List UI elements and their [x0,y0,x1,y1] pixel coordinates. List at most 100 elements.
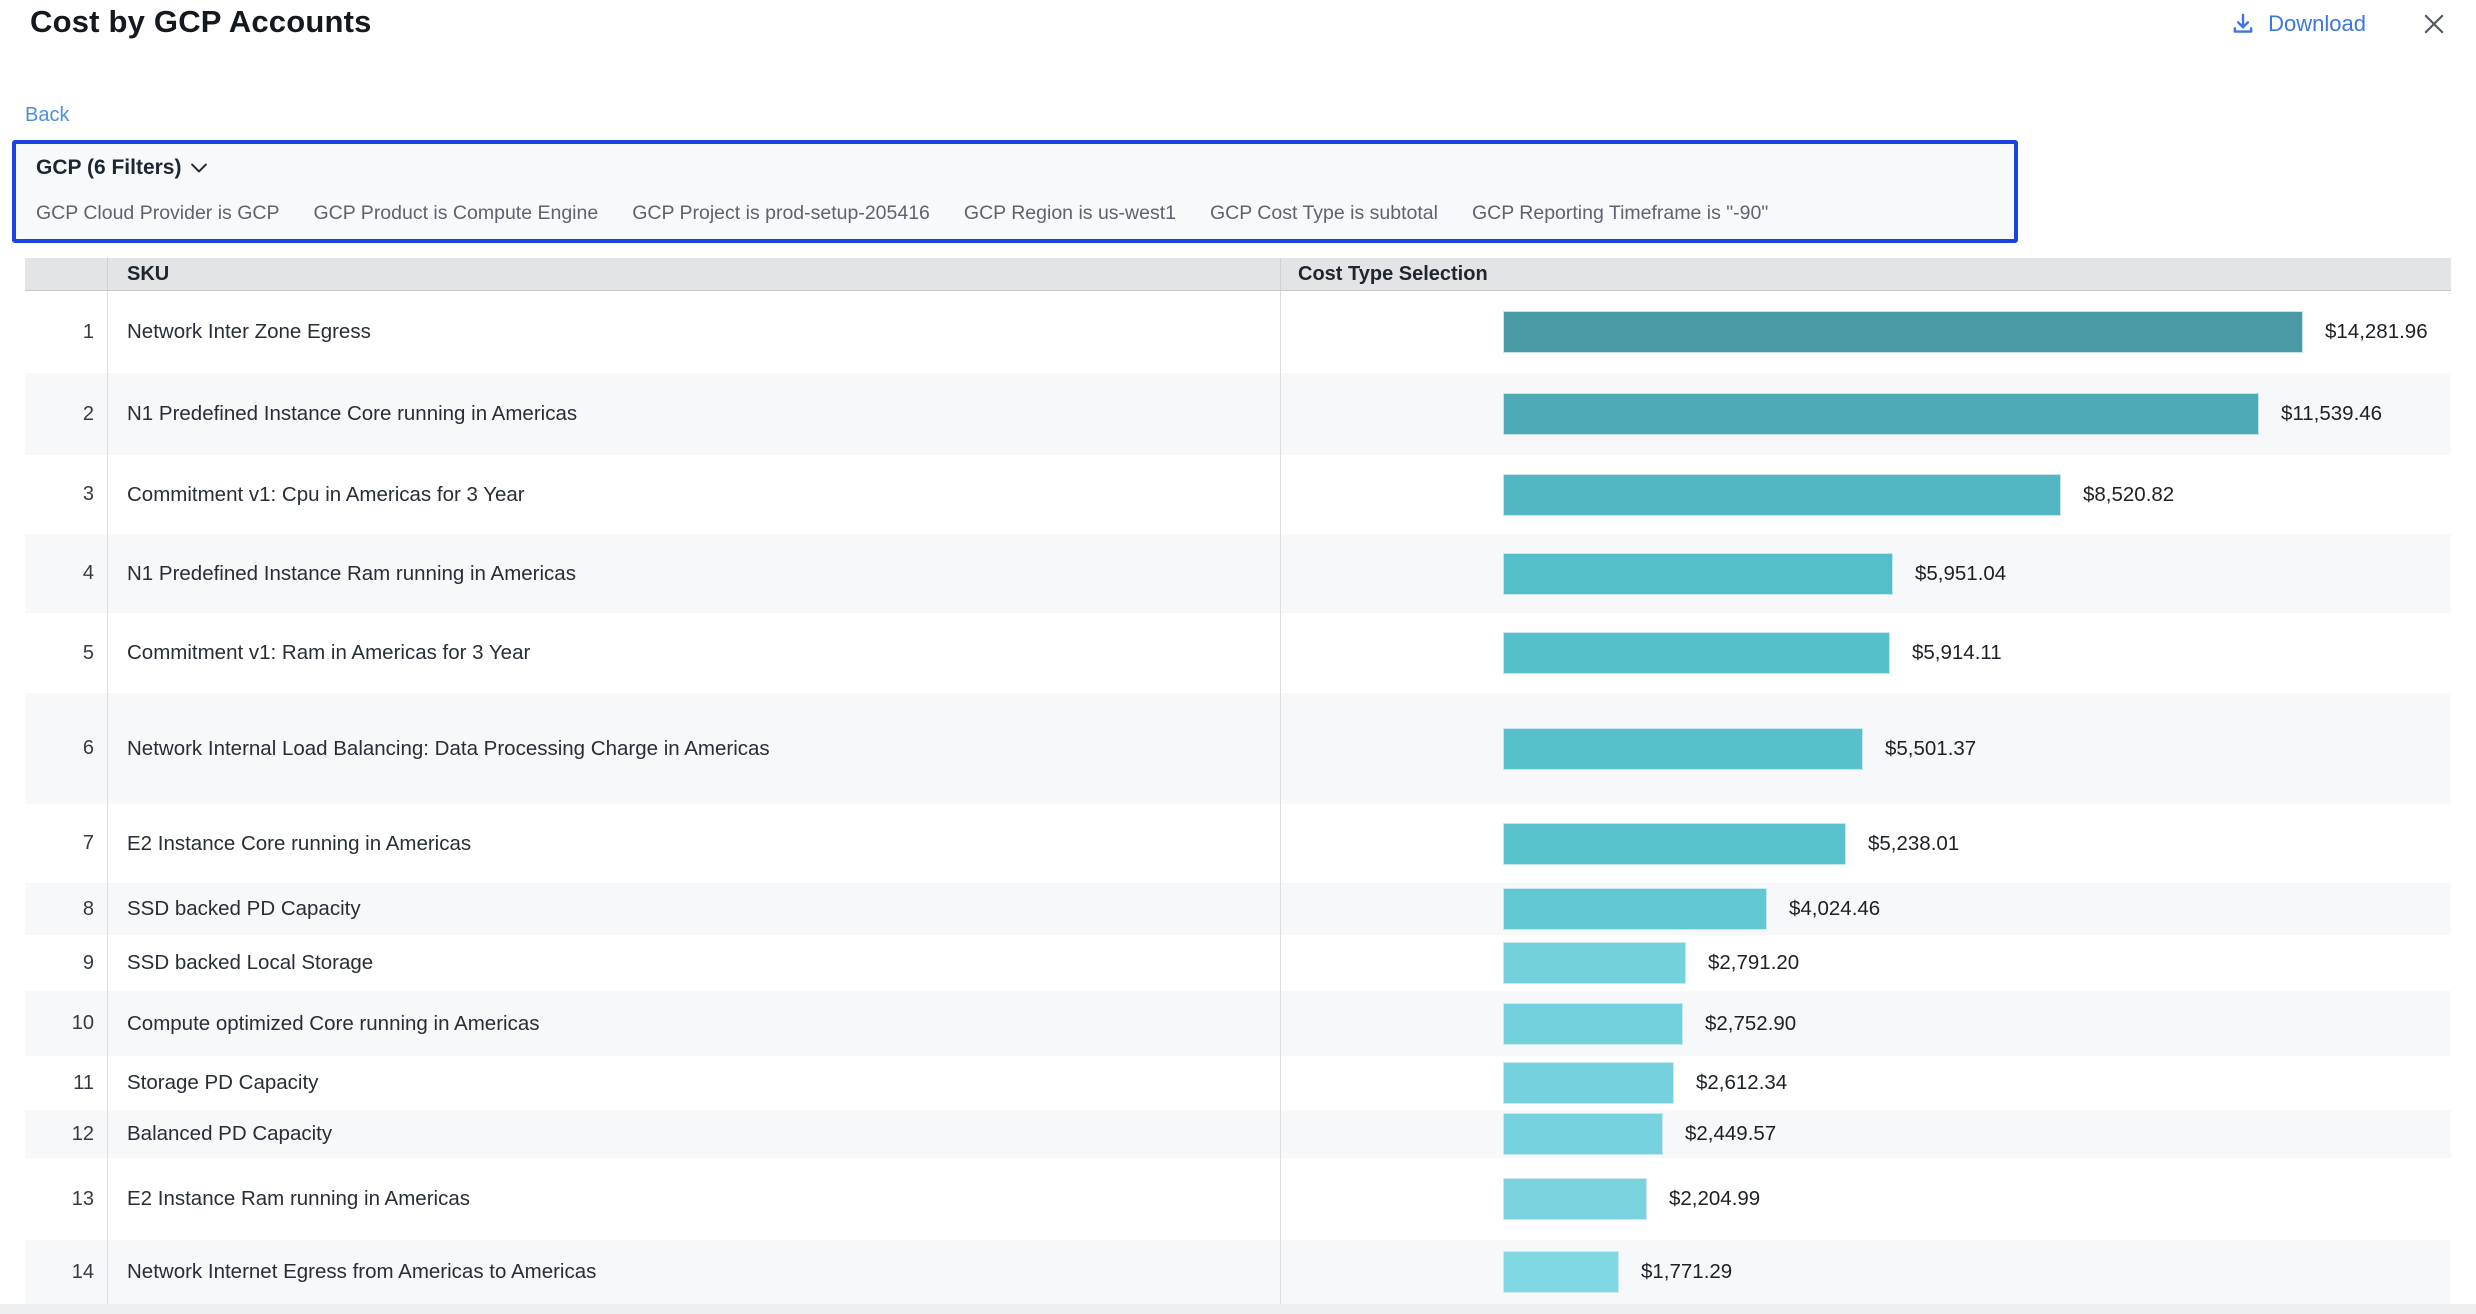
table-row[interactable]: 2 N1 Predefined Instance Core running in… [25,373,2451,455]
filter-chip[interactable]: GCP Cost Type is subtotal [1210,202,1438,225]
sku-cell: SSD backed Local Storage [107,935,1280,991]
row-index: 13 [25,1158,107,1240]
column-header-sku: SKU [107,258,1280,290]
row-index: 9 [25,935,107,991]
table-row[interactable]: 14 Network Internet Egress from Americas… [25,1240,2451,1304]
table-row[interactable]: 9 SSD backed Local Storage $2,791.20 [25,935,2451,991]
cost-bar [1503,942,1686,984]
cost-value: $5,951.04 [1915,562,2006,586]
cost-value: $11,539.46 [2281,402,2382,426]
cost-value: $5,238.01 [1868,832,1959,856]
table-row[interactable]: 5 Commitment v1: Ram in Americas for 3 Y… [25,613,2451,693]
filter-summary-dropdown[interactable]: GCP (6 Filters) [36,156,207,180]
cost-cell: $2,449.57 [1280,1110,2451,1158]
cost-cell: $5,238.01 [1280,804,2451,883]
table-row[interactable]: 10 Compute optimized Core running in Ame… [25,991,2451,1056]
row-index: 12 [25,1110,107,1158]
close-icon[interactable] [2420,10,2448,38]
download-button[interactable]: Download [2230,11,2366,37]
sku-cell: SSD backed PD Capacity [107,883,1280,935]
filter-chip[interactable]: GCP Project is prod-setup-205416 [632,202,930,225]
row-index: 7 [25,804,107,883]
row-index: 5 [25,613,107,693]
table-row[interactable]: 4 N1 Predefined Instance Ram running in … [25,534,2451,613]
cost-bar [1503,1003,1683,1045]
sku-cell: Network Internal Load Balancing: Data Pr… [107,693,1280,804]
table-row[interactable]: 8 SSD backed PD Capacity $4,024.46 [25,883,2451,935]
cost-cell: $1,771.29 [1280,1240,2451,1304]
table-row[interactable]: 11 Storage PD Capacity $2,612.34 [25,1056,2451,1110]
filter-chip[interactable]: GCP Reporting Timeframe is "-90" [1472,202,1768,225]
cost-bar [1503,553,1893,595]
cost-bar [1503,1178,1647,1220]
cost-cell: $5,501.37 [1280,693,2451,804]
cost-cell: $5,914.11 [1280,613,2451,693]
back-link[interactable]: Back [25,104,69,127]
table-row[interactable]: 6 Network Internal Load Balancing: Data … [25,693,2451,804]
cost-bar [1503,888,1767,930]
sku-cell: Storage PD Capacity [107,1056,1280,1110]
table-header: SKU Cost Type Selection [25,258,2451,291]
sku-cell: Commitment v1: Ram in Americas for 3 Yea… [107,613,1280,693]
column-header-cost-type-selection: Cost Type Selection [1280,258,2451,290]
cost-cell: $2,204.99 [1280,1158,2451,1240]
table-row[interactable]: 13 E2 Instance Ram running in Americas $… [25,1158,2451,1240]
cost-value: $2,449.57 [1685,1122,1776,1146]
table-row[interactable]: 1 Network Inter Zone Egress $14,281.96 [25,291,2451,373]
bottom-edge-strip [0,1304,2476,1314]
filter-chip[interactable]: GCP Region is us-west1 [964,202,1176,225]
row-index: 8 [25,883,107,935]
row-index: 6 [25,693,107,804]
cost-value: $2,752.90 [1705,1012,1796,1036]
column-header-index [25,258,107,290]
cost-bar [1503,1062,1674,1104]
row-index: 11 [25,1056,107,1110]
table-row[interactable]: 7 E2 Instance Core running in Americas $… [25,804,2451,883]
cost-cell: $2,791.20 [1280,935,2451,991]
cost-bar [1503,311,2303,353]
sku-cell: E2 Instance Ram running in Americas [107,1158,1280,1240]
cost-value: $2,204.99 [1669,1187,1760,1211]
sku-cell: Balanced PD Capacity [107,1110,1280,1158]
cost-table: SKU Cost Type Selection 1 Network Inter … [25,258,2451,1304]
row-index: 4 [25,534,107,613]
cost-bar [1503,393,2259,435]
row-index: 14 [25,1240,107,1304]
cost-cell: $5,951.04 [1280,534,2451,613]
row-index: 10 [25,991,107,1056]
filter-chip[interactable]: GCP Product is Compute Engine [313,202,598,225]
cost-bar [1503,632,1890,674]
sku-cell: E2 Instance Core running in Americas [107,804,1280,883]
cost-bar [1503,823,1846,865]
sku-cell: Commitment v1: Cpu in Americas for 3 Yea… [107,455,1280,534]
table-row[interactable]: 3 Commitment v1: Cpu in Americas for 3 Y… [25,455,2451,534]
cost-value: $4,024.46 [1789,897,1880,921]
cost-bar [1503,728,1863,770]
cost-cell: $11,539.46 [1280,373,2451,455]
topbar-actions: Download [2230,10,2448,38]
row-index: 3 [25,455,107,534]
sku-cell: Network Inter Zone Egress [107,291,1280,373]
filter-chip[interactable]: GCP Cloud Provider is GCP [36,202,279,225]
filter-chip-list: GCP Cloud Provider is GCP GCP Product is … [36,202,2002,225]
cost-cell: $4,024.46 [1280,883,2451,935]
cost-cell: $8,520.82 [1280,455,2451,534]
cost-value: $5,501.37 [1885,737,1976,761]
sku-cell: N1 Predefined Instance Ram running in Am… [107,534,1280,613]
row-index: 1 [25,291,107,373]
cost-value: $2,612.34 [1696,1071,1787,1095]
cost-bar [1503,474,2061,516]
filter-panel: GCP (6 Filters) GCP Cloud Provider is GC… [12,140,2018,243]
page-title: Cost by GCP Accounts [30,4,372,40]
table-row[interactable]: 12 Balanced PD Capacity $2,449.57 [25,1110,2451,1158]
sku-cell: Compute optimized Core running in Americ… [107,991,1280,1056]
cost-bar [1503,1251,1619,1293]
sku-cell: N1 Predefined Instance Core running in A… [107,373,1280,455]
cost-value: $14,281.96 [2325,320,2428,344]
sku-cell: Network Internet Egress from Americas to… [107,1240,1280,1304]
row-index: 2 [25,373,107,455]
cost-bar [1503,1113,1663,1155]
cost-value: $2,791.20 [1708,951,1799,975]
cost-cell: $14,281.96 [1280,291,2451,373]
filter-summary-label: GCP (6 Filters) [36,156,181,180]
